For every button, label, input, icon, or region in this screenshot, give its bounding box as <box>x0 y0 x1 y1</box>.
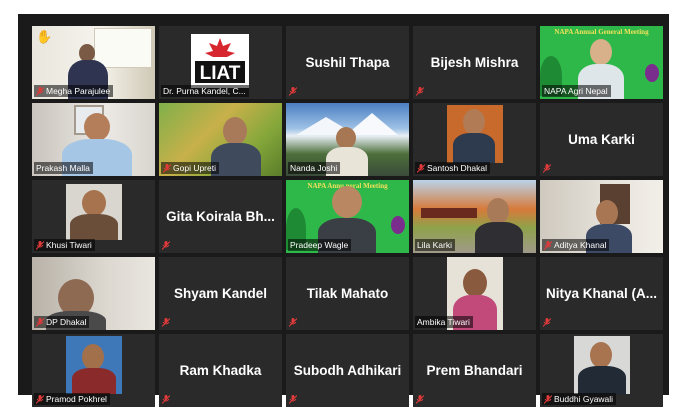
participant-name: Bijesh Mishra <box>430 54 519 70</box>
participant-name-label: Khusi Tiwari <box>34 239 95 251</box>
participant-tile[interactable]: ✋ Megha Parajulee <box>32 26 155 99</box>
participant-name-label: Megha Parajulee <box>34 85 114 97</box>
participant-tile[interactable]: Ambika Tiwari <box>413 257 536 330</box>
muted-mic-icon <box>162 318 170 327</box>
muted-mic-icon <box>36 240 44 250</box>
muted-mic-icon <box>289 395 297 404</box>
participant-tile[interactable]: Buddhi Gyawali <box>540 334 663 407</box>
participant-tile[interactable]: Gopi Upreti <box>159 103 282 176</box>
participant-tile[interactable]: Prakash Malla <box>32 103 155 176</box>
participant-tile[interactable]: Prem Bhandari <box>413 334 536 407</box>
participant-name-label: Pramod Pokhrel <box>34 393 110 405</box>
muted-mic-icon <box>36 86 44 96</box>
participant-name-label: Ambika Tiwari <box>415 316 473 328</box>
participant-name: Sushil Thapa <box>305 54 390 70</box>
participant-tile[interactable]: Uma Karki <box>540 103 663 176</box>
participant-tile[interactable]: Bijesh Mishra <box>413 26 536 99</box>
participant-name: Ram Khadka <box>179 362 262 378</box>
participant-name-label: Gopi Upreti <box>161 162 219 174</box>
participant-tile[interactable]: Gita Koirala Bh... <box>159 180 282 253</box>
participant-name-label: Buddhi Gyawali <box>542 393 617 405</box>
participant-name: Shyam Kandel <box>173 285 268 301</box>
muted-mic-icon <box>416 395 424 404</box>
muted-mic-icon <box>289 87 297 96</box>
participant-name-label: Pradeep Wagle <box>288 239 352 251</box>
svg-text:LIAT: LIAT <box>200 63 241 84</box>
participant-tile[interactable]: Tilak Mahato <box>286 257 409 330</box>
participant-name: Subodh Adhikari <box>293 362 402 378</box>
meeting-banner: NAPA Annual General Meeting <box>554 28 649 36</box>
participant-name-label: Aditya Khanal <box>542 239 610 251</box>
participant-name-label: Lila Karki <box>415 239 455 251</box>
participant-tile[interactable]: Subodh Adhikari <box>286 334 409 407</box>
participant-name: Nitya Khanal (A... <box>545 285 658 301</box>
participant-name-label: Nanda Joshi <box>288 162 341 174</box>
participant-name: Prem Bhandari <box>426 362 523 378</box>
participant-tile[interactable]: Khusi Tiwari <box>32 180 155 253</box>
participant-tile[interactable]: Nitya Khanal (A... <box>540 257 663 330</box>
participant-name: Uma Karki <box>568 131 635 147</box>
muted-mic-icon <box>162 241 170 250</box>
participant-tile[interactable]: LIAT Dr. Purna Kandel, C... <box>159 26 282 99</box>
muted-mic-icon <box>289 318 297 327</box>
muted-mic-icon <box>543 164 551 173</box>
muted-mic-icon <box>36 317 44 327</box>
participant-name-label: Santosh Dhakal <box>415 162 491 174</box>
muted-mic-icon <box>416 87 424 96</box>
participant-name-label: Prakash Malla <box>34 162 93 174</box>
participant-tile[interactable]: NAPA Annu neral Meeting Pradeep Wagle <box>286 180 409 253</box>
gallery-view: ✋ Megha Parajulee LIAT Dr. Purna Kandel,… <box>18 14 669 407</box>
participant-name: Gita Koirala Bh... <box>166 208 275 224</box>
participant-tile[interactable]: Shyam Kandel <box>159 257 282 330</box>
participant-tile-active-speaker[interactable]: Nanda Joshi <box>286 103 409 176</box>
participant-grid: ✋ Megha Parajulee LIAT Dr. Purna Kandel,… <box>32 26 663 407</box>
participant-tile[interactable]: Lila Karki <box>413 180 536 253</box>
participant-name-label: Dr. Purna Kandel, C... <box>161 85 249 97</box>
muted-mic-icon <box>544 394 552 404</box>
participant-tile[interactable]: Ram Khadka <box>159 334 282 407</box>
muted-mic-icon <box>163 163 171 173</box>
participant-name: Tilak Mahato <box>306 285 389 301</box>
participant-tile[interactable]: Pramod Pokhrel <box>32 334 155 407</box>
participant-tile[interactable]: NAPA Annual General Meeting NAPA Agri Ne… <box>540 26 663 99</box>
participant-name-label: NAPA Agri Nepal <box>542 85 611 97</box>
muted-mic-icon <box>162 395 170 404</box>
muted-mic-icon <box>36 394 44 404</box>
participant-tile[interactable]: Sushil Thapa <box>286 26 409 99</box>
participant-tile[interactable]: Aditya Khanal <box>540 180 663 253</box>
muted-mic-icon <box>543 318 551 327</box>
participant-name-label: DP Dhakal <box>34 316 90 328</box>
muted-mic-icon <box>417 163 425 173</box>
participant-tile[interactable]: DP Dhakal <box>32 257 155 330</box>
raised-hand-icon: ✋ <box>36 29 53 44</box>
participant-tile[interactable]: Santosh Dhakal <box>413 103 536 176</box>
muted-mic-icon <box>544 240 552 250</box>
organization-logo: LIAT <box>191 34 249 88</box>
